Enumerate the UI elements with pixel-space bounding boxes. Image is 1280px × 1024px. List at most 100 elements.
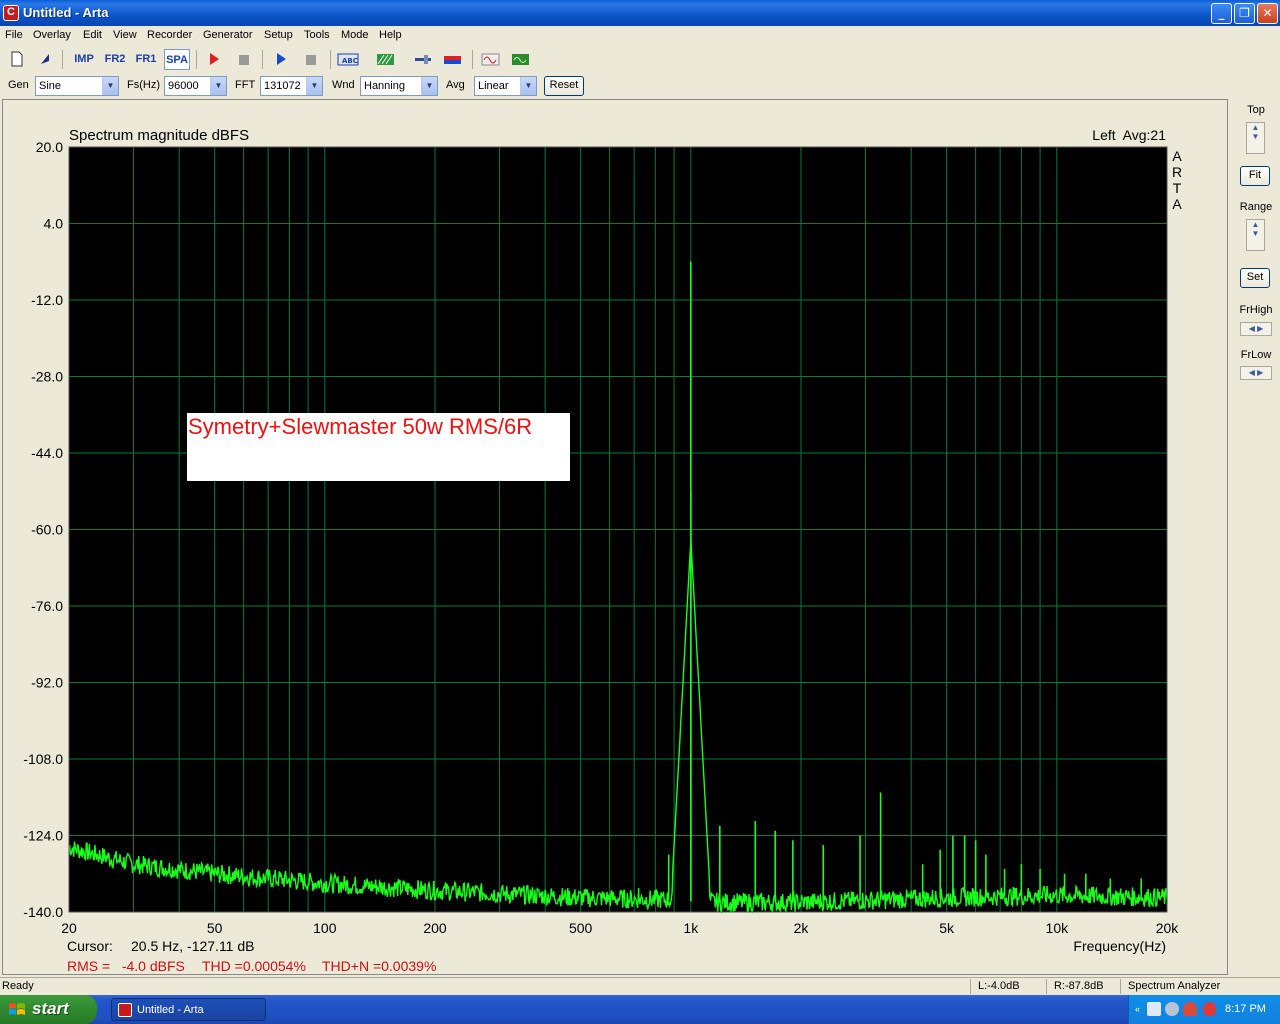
annotation-text: Symetry+Slewmaster 50w RMS/6R: [188, 414, 532, 439]
menu-mode[interactable]: Mode: [341, 29, 369, 41]
bargraph-icon[interactable]: [442, 49, 464, 70]
menu-help[interactable]: Help: [379, 29, 402, 41]
gen-label: Gen: [8, 79, 29, 91]
fr1-mode-button[interactable]: FR1: [134, 49, 158, 70]
y-tick-label: 4.0: [44, 216, 64, 232]
chevron-down-icon: ▼: [306, 77, 322, 95]
avg-label: Avg: [446, 79, 465, 91]
window-value: Hanning: [364, 80, 405, 92]
y-tick-label: -124.0: [23, 828, 63, 844]
menu-generator[interactable]: Generator: [203, 29, 253, 41]
new-file-icon[interactable]: [6, 49, 28, 70]
menu-edit[interactable]: Edit: [83, 29, 102, 41]
wnd-label: Wnd: [332, 79, 355, 91]
security-alert-icon[interactable]: [1203, 1002, 1216, 1016]
x-tick-label: 5k: [939, 920, 955, 936]
generator-stop-icon[interactable]: [300, 49, 322, 70]
plot-title: Spectrum magnitude dBFS: [69, 127, 249, 144]
status-left-level: L:-4.0dB: [978, 980, 1020, 992]
chevron-down-icon: ▼: [421, 77, 437, 95]
fft-size-select[interactable]: 131072 ▼: [260, 76, 323, 96]
channel-info: Left Avg:21: [1092, 127, 1166, 143]
frlow-spinner[interactable]: ◀ ▶: [1240, 366, 1272, 380]
top-spinner[interactable]: ▲ ▼: [1246, 122, 1265, 154]
set-button[interactable]: Set: [1240, 268, 1270, 288]
reset-button[interactable]: Reset: [544, 76, 584, 96]
close-button[interactable]: ✕: [1257, 3, 1278, 24]
record-stop-icon[interactable]: [233, 49, 255, 70]
menu-tools[interactable]: Tools: [304, 29, 330, 41]
window-select[interactable]: Hanning ▼: [360, 76, 438, 96]
menu-file[interactable]: File: [5, 29, 23, 41]
x-tick-label: 200: [423, 920, 447, 936]
x-axis-label: Frequency(Hz): [1073, 938, 1166, 954]
y-tick-label: -92.0: [31, 675, 63, 691]
control-bar: Gen Sine ▼ Fs(Hz) 96000 ▼ FFT 131072 ▼ W…: [0, 73, 1280, 98]
menu-view[interactable]: View: [113, 29, 137, 41]
toolbar: IMP FR2 FR1 SPA ABC: [0, 47, 1280, 72]
slider-icon[interactable]: [412, 49, 434, 70]
start-button[interactable]: start: [0, 995, 97, 1024]
start-label: start: [32, 999, 69, 1018]
generator-play-icon[interactable]: [270, 49, 292, 70]
generator-select[interactable]: Sine ▼: [35, 76, 119, 96]
arta-app-icon[interactable]: [3, 5, 19, 21]
menu-recorder[interactable]: Recorder: [147, 29, 192, 41]
x-tick-label: 1k: [683, 920, 699, 936]
range-spinner[interactable]: ▲ ▼: [1246, 219, 1265, 251]
samplerate-select[interactable]: 96000 ▼: [164, 76, 227, 96]
averaging-select[interactable]: Linear ▼: [474, 76, 537, 96]
chevron-down-icon: ▼: [520, 77, 536, 95]
menu-bar: File Overlay Edit View Recorder Generato…: [0, 26, 1280, 46]
taskbar-item-arta[interactable]: Untitled - Arta: [111, 998, 266, 1021]
abc-icon[interactable]: ABC: [337, 49, 359, 70]
record-play-icon[interactable]: [203, 49, 225, 70]
fr2-mode-button[interactable]: FR2: [103, 49, 127, 70]
shield-icon[interactable]: [1183, 1002, 1197, 1016]
chevron-down-icon: ▼: [102, 77, 118, 95]
thd-readout: THD =0.00054%: [202, 958, 306, 974]
fit-button[interactable]: Fit: [1240, 166, 1270, 186]
status-bar: Ready L:-4.0dB R:-87.8dB Spectrum Analyz…: [0, 977, 1280, 995]
brand-letter: R: [1172, 164, 1182, 180]
sine-wave-icon[interactable]: [480, 49, 502, 70]
svg-text:ABC: ABC: [342, 57, 358, 65]
status-right-level: R:-87.8dB: [1054, 980, 1104, 992]
y-tick-label: -44.0: [31, 445, 63, 461]
status-mode: Spectrum Analyzer: [1128, 980, 1221, 992]
impulse-mode-button[interactable]: IMP: [72, 49, 96, 70]
y-tick-label: -12.0: [31, 292, 63, 308]
minimize-button[interactable]: _: [1211, 3, 1232, 24]
fft-size-value: 131072: [264, 80, 301, 92]
hatch-chart-icon[interactable]: [375, 49, 397, 70]
title-bar: Untitled - Arta _ ❐ ✕: [0, 0, 1280, 26]
chevron-down-icon: ▼: [210, 77, 226, 95]
maximize-button[interactable]: ❐: [1234, 3, 1255, 24]
taskbar: start Untitled - Arta « 8:17 PM: [0, 995, 1280, 1024]
rms-readout: RMS = -4.0 dBFS: [67, 958, 185, 974]
frhigh-spinner[interactable]: ◀ ▶: [1240, 322, 1272, 336]
cursor-readout: 20.5 Hz, -127.11 dB: [131, 938, 254, 954]
open-cursor-icon[interactable]: [34, 49, 56, 70]
samplerate-value: 96000: [168, 80, 199, 92]
network-icon[interactable]: [1147, 1002, 1161, 1016]
scope-icon[interactable]: [510, 49, 532, 70]
x-axis: 20 50 100 200 500 1k 2k 5k 10k 20k: [61, 920, 1179, 936]
tray-expand-icon[interactable]: «: [1135, 1004, 1140, 1014]
menu-overlay[interactable]: Overlay: [33, 29, 71, 41]
spa-mode-button[interactable]: SPA: [164, 49, 190, 70]
antivirus-icon[interactable]: [1165, 1002, 1179, 1016]
y-axis: 20.0 4.0 -12.0 -28.0 -44.0 -60.0 -76.0 -92.0 -10…: [23, 139, 63, 920]
thdn-readout: THD+N =0.0039%: [322, 958, 436, 974]
y-tick-label: -60.0: [31, 522, 63, 538]
frhigh-label: FrHigh: [1239, 304, 1273, 316]
spectrum-chart[interactable]: 20.0 4.0 -12.0 -28.0 -44.0 -60.0 -76.0 -92.0 -10…: [3, 100, 1227, 974]
system-tray: « 8:17 PM: [1128, 995, 1280, 1024]
menu-setup[interactable]: Setup: [264, 29, 293, 41]
brand-letter: A: [1172, 196, 1182, 212]
clock[interactable]: 8:17 PM: [1225, 1003, 1266, 1015]
fft-label: FFT: [235, 79, 256, 91]
x-tick-label: 500: [569, 920, 593, 936]
right-control-panel: Top ▲ ▼ Fit Range ▲ ▼ Set FrHigh ◀ ▶ FrLow…: [1232, 99, 1280, 975]
range-label: Range: [1239, 201, 1273, 213]
